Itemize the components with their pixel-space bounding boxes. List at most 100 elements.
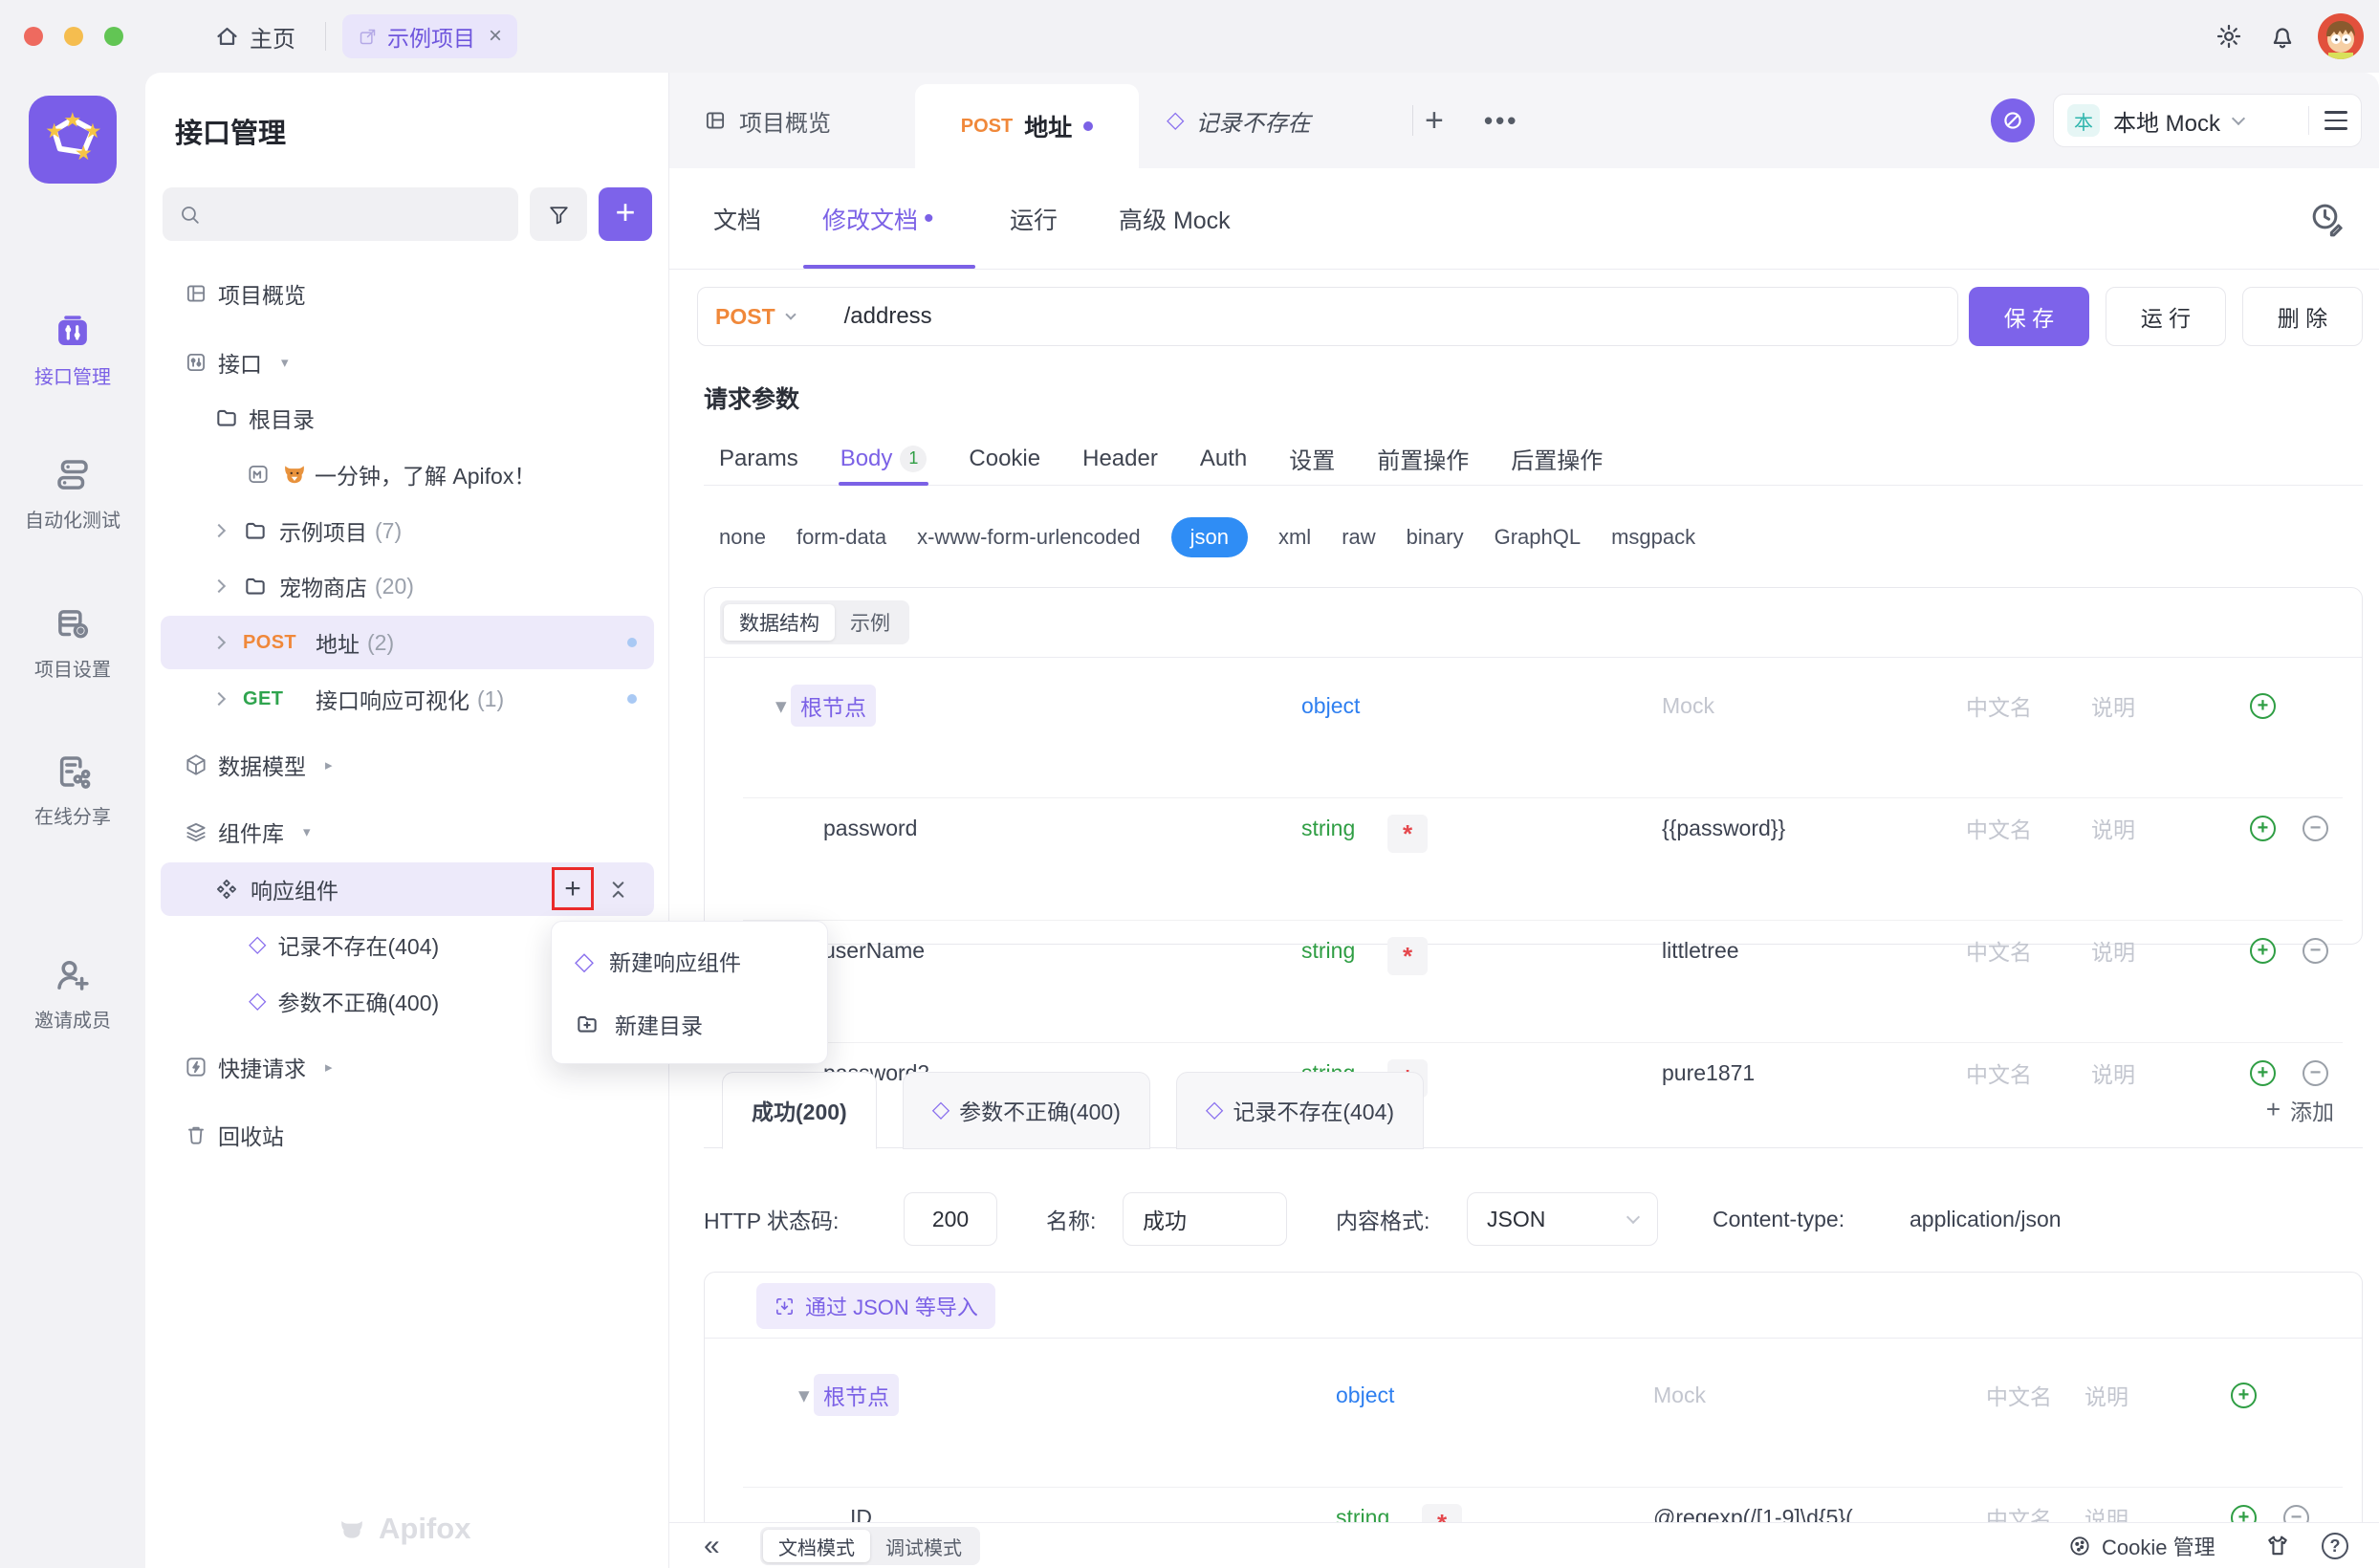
body-type-none[interactable]: none (719, 525, 766, 550)
home-button[interactable]: 主页 (214, 0, 295, 73)
history-icon[interactable] (2308, 200, 2346, 238)
field-type[interactable]: string (1336, 1487, 1389, 1522)
menu-item-new-response-component[interactable]: ◇ 新建响应组件 (559, 929, 819, 992)
field-name[interactable]: password (823, 797, 917, 859)
notifications-bell-icon[interactable] (2268, 22, 2297, 51)
tab-project-overview[interactable]: 项目概览 (703, 73, 831, 168)
sidebar-section-data-models[interactable]: 数据模型 ▸ (161, 738, 654, 792)
sidebar-item-root-folder[interactable]: 根目录 (161, 391, 654, 445)
add-response-button[interactable]: + 添加 (2266, 1071, 2334, 1148)
cn-name-placeholder[interactable]: 中文名 (1966, 675, 2032, 736)
collapse-sidebar-button[interactable]: « (704, 1523, 720, 1568)
app-logo[interactable]: ★★ ★★ (29, 96, 117, 184)
debug-mode-button[interactable]: 调试模式 (870, 1530, 977, 1562)
filter-button[interactable] (530, 187, 587, 241)
window-zoom-button[interactable] (104, 27, 123, 46)
theme-tshirt-icon[interactable] (2264, 1533, 2291, 1559)
add-field-icon[interactable]: + (2231, 1505, 2257, 1523)
sidebar-item-post-address[interactable]: POST 地址 (2) (161, 616, 654, 669)
sidebar-folder-petstore[interactable]: 宠物商店 (20) (161, 559, 654, 613)
tab-edit-doc-active[interactable]: 修改文档 • (822, 168, 934, 270)
cn-name-placeholder[interactable]: 中文名 (1966, 797, 2032, 859)
method-select[interactable]: POST (715, 304, 775, 330)
mock-placeholder[interactable]: Mock (1662, 675, 1714, 736)
rail-item-automated-testing[interactable]: 自动化测试 (0, 455, 145, 533)
desc-placeholder[interactable]: 说明 (2091, 797, 2135, 859)
desc-placeholder[interactable]: 说明 (2084, 1487, 2128, 1522)
new-tab-button[interactable]: + (1425, 73, 1444, 168)
doc-mode-button[interactable]: 文档模式 (763, 1530, 870, 1562)
tab-advanced-mock[interactable]: 高级 Mock (1119, 168, 1231, 270)
toggle-example[interactable]: 示例 (835, 604, 906, 641)
body-type-raw[interactable]: raw (1342, 525, 1375, 550)
body-type-json[interactable]: json (1171, 517, 1248, 557)
help-button[interactable]: ? (2322, 1533, 2348, 1559)
window-minimize-button[interactable] (64, 27, 83, 46)
body-type-xml[interactable]: xml (1278, 525, 1311, 550)
body-type-form-data[interactable]: form-data (797, 525, 886, 550)
field-mock[interactable]: littletree (1662, 920, 1739, 981)
sidebar-folder-example[interactable]: 示例项目 (7) (161, 504, 654, 557)
sidebar-section-api[interactable]: 接口 ▾ (161, 336, 654, 389)
add-field-icon[interactable]: + (2250, 816, 2276, 841)
response-tab-200[interactable]: 成功(200) (722, 1072, 877, 1149)
url-input[interactable]: /address (844, 303, 932, 330)
field-type[interactable]: string (1301, 920, 1355, 981)
add-field-icon[interactable]: + (2250, 938, 2276, 964)
cookie-manager-button[interactable]: Cookie 管理 (2067, 1523, 2215, 1568)
tab-cookie[interactable]: Cookie (969, 432, 1040, 486)
caret-down-icon[interactable]: ▾ (775, 675, 787, 736)
tab-auth[interactable]: Auth (1200, 432, 1247, 486)
add-api-button[interactable]: + (599, 187, 652, 241)
field-mock[interactable]: @regexp(/[1-9]\d{5}( (1653, 1487, 1853, 1522)
tab-header[interactable]: Header (1082, 432, 1158, 486)
toggle-data-structure[interactable]: 数据结构 (724, 604, 835, 641)
sidebar-item-md-doc[interactable]: 一分钟，了解 Apifox！ (161, 447, 654, 501)
body-type-graphql[interactable]: GraphQL (1495, 525, 1582, 550)
add-field-icon[interactable]: + (2231, 1383, 2257, 1408)
body-type-msgpack[interactable]: msgpack (1611, 525, 1695, 550)
sidebar-item-get-visualization[interactable]: GET 接口响应可视化 (1) (161, 672, 654, 726)
rail-item-project-settings[interactable]: 项目设置 (0, 604, 145, 682)
status-code-input[interactable]: 200 (904, 1192, 997, 1246)
rail-item-api-management[interactable]: 接口管理 (0, 312, 145, 389)
window-close-button[interactable] (24, 27, 43, 46)
response-tab-400[interactable]: ◇参数不正确(400) (903, 1072, 1150, 1149)
delete-button[interactable]: 删 除 (2242, 287, 2363, 346)
avatar[interactable] (2318, 13, 2364, 59)
body-type-urlencoded[interactable]: x-www-form-urlencoded (917, 525, 1141, 550)
rail-item-invite-members[interactable]: 邀请成员 (0, 955, 145, 1033)
tab-post-processors[interactable]: 后置操作 (1511, 432, 1603, 486)
save-button[interactable]: 保 存 (1969, 287, 2089, 346)
tab-post-address-active[interactable]: POST 地址 (915, 84, 1139, 168)
tab-doc[interactable]: 文档 (713, 168, 761, 270)
import-json-button[interactable]: 通过 JSON 等导入 (756, 1283, 995, 1329)
cn-name-placeholder[interactable]: 中文名 (1966, 920, 2032, 981)
node-type[interactable]: object (1336, 1364, 1394, 1426)
close-icon[interactable]: × (489, 23, 502, 50)
search-input[interactable] (163, 187, 518, 241)
tab-settings[interactable]: 设置 (1289, 432, 1335, 486)
cn-name-placeholder[interactable]: 中文名 (1986, 1364, 2052, 1426)
remove-field-icon[interactable]: − (2283, 1505, 2309, 1523)
body-type-binary[interactable]: binary (1407, 525, 1464, 550)
add-field-icon[interactable]: + (2250, 693, 2276, 719)
env-menu-button[interactable] (2324, 111, 2347, 130)
environment-select[interactable]: 本 本地 Mock (2053, 94, 2362, 147)
project-tab[interactable]: 示例项目 × (342, 14, 517, 58)
rail-item-online-share[interactable]: 在线分享 (0, 751, 145, 829)
content-format-select[interactable]: JSON (1467, 1192, 1658, 1246)
cn-name-placeholder[interactable]: 中文名 (1986, 1487, 2052, 1522)
desc-placeholder[interactable]: 说明 (2084, 1364, 2128, 1426)
menu-item-new-folder[interactable]: 新建目录 (559, 992, 819, 1056)
tab-body[interactable]: Body 1 (840, 432, 928, 486)
mock-placeholder[interactable]: Mock (1653, 1364, 1706, 1426)
tab-pre-processors[interactable]: 前置操作 (1377, 432, 1469, 486)
desc-placeholder[interactable]: 说明 (2091, 920, 2135, 981)
desc-placeholder[interactable]: 说明 (2091, 675, 2135, 736)
node-type[interactable]: object (1301, 675, 1360, 736)
caret-down-icon[interactable]: ▾ (798, 1364, 810, 1426)
remove-field-icon[interactable]: − (2303, 938, 2328, 964)
tab-params[interactable]: Params (719, 432, 798, 486)
sidebar-section-trash[interactable]: 回收站 (161, 1108, 654, 1162)
